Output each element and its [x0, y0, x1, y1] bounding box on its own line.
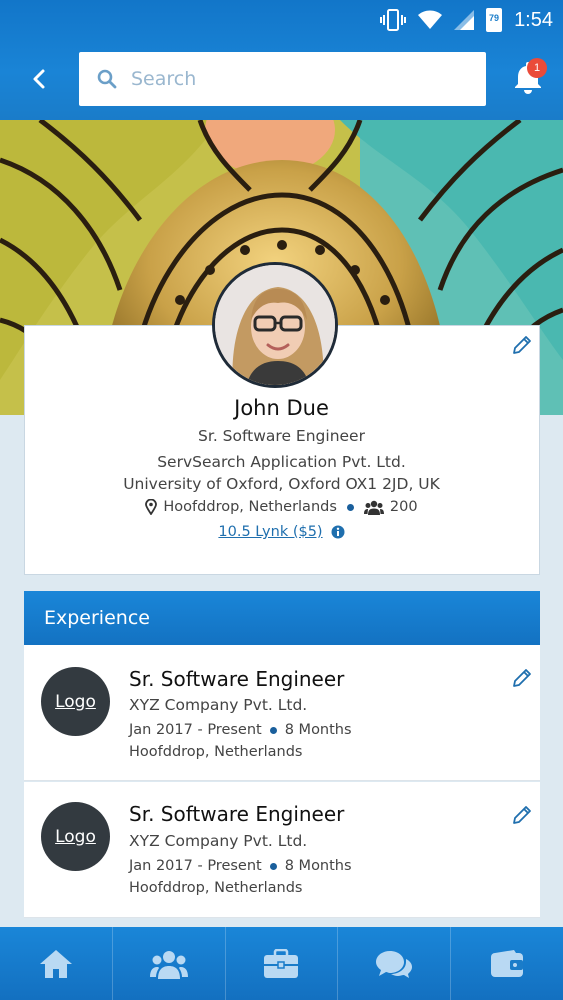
company-logo: Logo: [41, 667, 110, 736]
experience-duration: 8 Months: [284, 722, 352, 738]
wallet-icon: [491, 949, 524, 977]
experience-job-title: Sr. Software Engineer: [129, 802, 345, 826]
experience-job-title: Sr. Software Engineer: [129, 667, 345, 691]
signal-icon: [454, 10, 475, 30]
back-button[interactable]: [22, 62, 56, 96]
nav-home[interactable]: [0, 927, 113, 1000]
experience-item[interactable]: Logo Sr. Software Engineer XYZ Company P…: [24, 645, 540, 781]
experience-item[interactable]: Logo Sr. Software Engineer XYZ Company P…: [24, 782, 540, 918]
search-box[interactable]: [79, 52, 486, 106]
experience-header: Experience: [24, 591, 540, 645]
separator-dot: [269, 726, 277, 734]
battery-level: 79: [489, 13, 500, 23]
edit-experience-button[interactable]: [511, 804, 533, 826]
experience-location: Hoofddrop, Netherlands: [129, 744, 303, 760]
experience-dates-row: Jan 2017 - Present 8 Months: [129, 858, 352, 874]
avatar[interactable]: [212, 262, 338, 388]
lynk-row: 10.5 Lynk ($5): [0, 524, 563, 540]
experience-title: Experience: [44, 607, 150, 629]
lynk-link[interactable]: 10.5 Lynk ($5): [218, 524, 322, 540]
nav-people[interactable]: [113, 927, 226, 1000]
nav-jobs[interactable]: [226, 927, 339, 1000]
profile-education: University of Oxford, Oxford OX1 2JD, UK: [123, 475, 440, 493]
home-icon: [39, 949, 72, 978]
experience-duration: 8 Months: [284, 858, 352, 874]
separator-dot: [346, 503, 354, 511]
vibrate-icon: [380, 9, 407, 31]
experience-dates: Jan 2017 - Present: [129, 722, 262, 738]
chevron-left-icon: [33, 69, 45, 89]
info-icon[interactable]: [331, 525, 345, 539]
notification-badge: 1: [527, 58, 547, 78]
edit-profile-button[interactable]: [511, 334, 533, 356]
connections-icon: [363, 500, 384, 515]
app-header: 79 1:54 1: [0, 0, 563, 120]
wifi-icon: [418, 10, 443, 29]
profile-connections: 200: [389, 499, 418, 515]
nav-messages[interactable]: [338, 927, 452, 1000]
profile-location: Hoofddrop, Netherlands: [163, 499, 337, 515]
pencil-icon: [513, 806, 531, 824]
battery-icon: 79: [486, 8, 503, 32]
profile-company: ServSearch Application Pvt. Ltd.: [157, 453, 406, 471]
chat-icon: [376, 950, 413, 978]
experience-company: XYZ Company Pvt. Ltd.: [129, 696, 308, 714]
experience-location: Hoofddrop, Netherlands: [129, 880, 303, 896]
location-pin-icon: [145, 499, 158, 515]
company-logo: Logo: [41, 802, 110, 871]
profile-photo: [215, 265, 335, 385]
nav-wallet[interactable]: [451, 927, 563, 1000]
profile-name: John Due: [234, 396, 329, 420]
search-input[interactable]: [131, 68, 461, 90]
profile-meta: Hoofddrop, Netherlands 200: [0, 499, 563, 515]
experience-company: XYZ Company Pvt. Ltd.: [129, 832, 308, 850]
search-icon: [97, 69, 117, 89]
status-bar: 79 1:54: [0, 0, 563, 40]
experience-dates: Jan 2017 - Present: [129, 858, 262, 874]
briefcase-icon: [264, 948, 299, 978]
status-time: 1:54: [514, 8, 553, 31]
status-icons: 79 1:54: [380, 6, 553, 34]
separator-dot: [269, 862, 277, 870]
edit-experience-button[interactable]: [511, 667, 533, 689]
pencil-icon: [513, 336, 531, 354]
pencil-icon: [513, 669, 531, 687]
profile-title: Sr. Software Engineer: [198, 427, 365, 445]
bottom-nav: [0, 927, 563, 1000]
people-icon: [149, 950, 188, 979]
experience-dates-row: Jan 2017 - Present 8 Months: [129, 722, 352, 738]
